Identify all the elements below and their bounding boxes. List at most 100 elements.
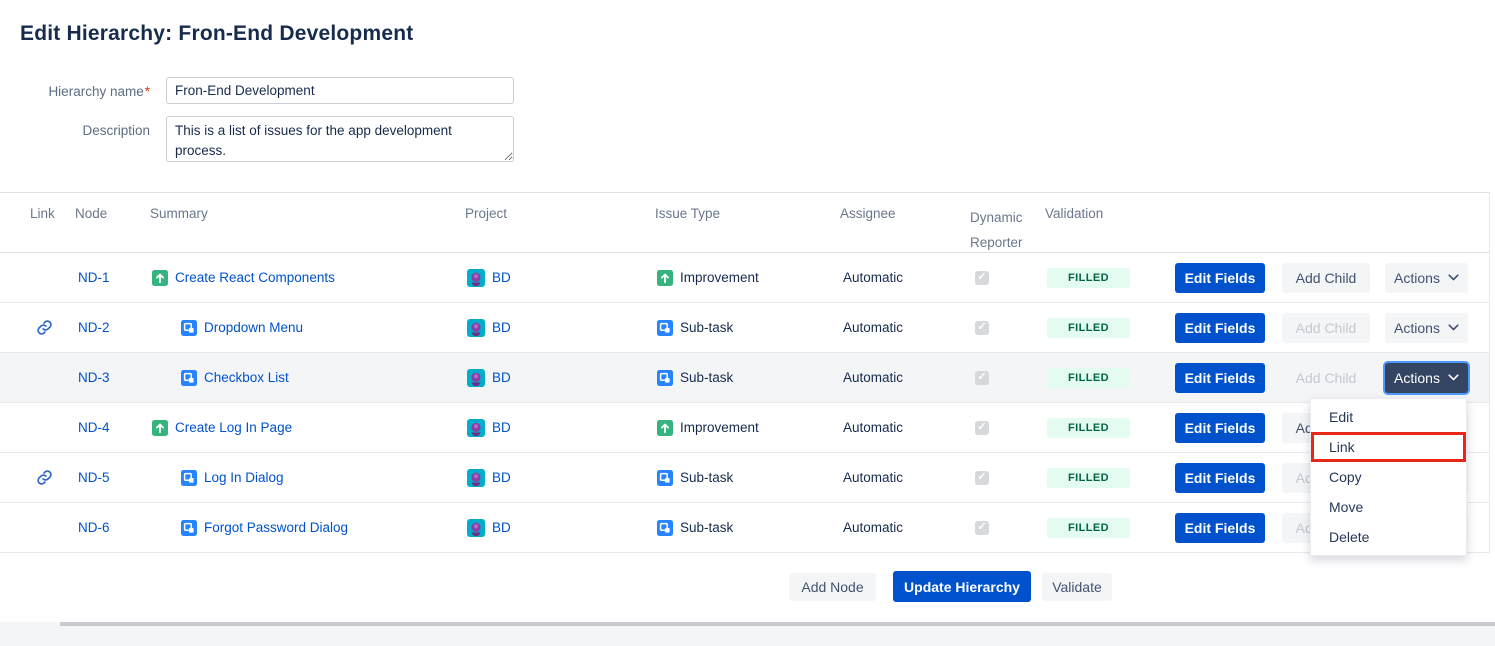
project-name[interactable]: BD: [492, 320, 511, 335]
col-header-link: Link: [30, 206, 75, 221]
summary-subtask-icon: [181, 470, 197, 486]
project-avatar-icon: [467, 269, 485, 287]
checkmark-icon: ✓: [977, 372, 986, 383]
project-avatar-icon: [467, 419, 485, 437]
col-header-validation: Validation: [1045, 206, 1175, 221]
assignee-value: Automatic: [840, 270, 970, 285]
menu-item-copy[interactable]: Copy: [1311, 462, 1466, 492]
validation-badge: FILLED: [1047, 268, 1130, 288]
dynamic-reporter-checkbox[interactable]: ✓: [975, 321, 989, 335]
issue-type-subtask-icon: [657, 370, 673, 386]
checkmark-icon: ✓: [977, 422, 986, 433]
validation-badge: FILLED: [1047, 318, 1130, 338]
actions-button-label: Actions: [1394, 320, 1440, 336]
assignee-value: Automatic: [840, 370, 970, 385]
dynamic-reporter-checkbox[interactable]: ✓: [975, 471, 989, 485]
actions-menu: EditLinkCopyMoveDelete: [1310, 398, 1467, 556]
actions-button[interactable]: Actions: [1385, 263, 1468, 293]
assignee-value: Automatic: [840, 420, 970, 435]
validation-badge: FILLED: [1047, 418, 1130, 438]
project-name[interactable]: BD: [492, 370, 511, 385]
project-name[interactable]: BD: [492, 470, 511, 485]
add-child-button[interactable]: Add Child: [1282, 263, 1370, 293]
add-child-button[interactable]: Add Child: [1282, 363, 1370, 393]
issue-type-improvement-icon: [657, 420, 673, 436]
assignee-value: Automatic: [840, 520, 970, 535]
summary-cell: Forgot Password Dialog: [150, 520, 465, 536]
actions-button[interactable]: Actions: [1385, 363, 1468, 393]
summary-link[interactable]: Log In Dialog: [204, 470, 284, 485]
project-name[interactable]: BD: [492, 420, 511, 435]
assignee-value: Automatic: [840, 470, 970, 485]
summary-cell: Checkbox List: [150, 370, 465, 386]
edit-fields-button[interactable]: Edit Fields: [1175, 313, 1265, 343]
summary-subtask-icon: [181, 520, 197, 536]
required-marker: *: [145, 84, 150, 99]
edit-fields-button[interactable]: Edit Fields: [1175, 463, 1265, 493]
project-name[interactable]: BD: [492, 520, 511, 535]
validation-badge: FILLED: [1047, 468, 1130, 488]
issue-type-label: Sub-task: [680, 370, 733, 385]
description-textarea[interactable]: This is a list of issues for the app dev…: [166, 116, 514, 162]
add-child-button[interactable]: Add Child: [1282, 313, 1370, 343]
edit-fields-button[interactable]: Edit Fields: [1175, 263, 1265, 293]
col-header-summary: Summary: [150, 206, 465, 221]
node-link[interactable]: ND-2: [78, 320, 110, 335]
table-row: ND-4 Create Log In Page BD Improvement: [0, 403, 1489, 453]
node-link[interactable]: ND-6: [78, 520, 110, 535]
edit-fields-button[interactable]: Edit Fields: [1175, 513, 1265, 543]
summary-subtask-icon: [181, 320, 197, 336]
issue-type-subtask-icon: [657, 520, 673, 536]
issue-type-label: Sub-task: [680, 320, 733, 335]
horizontal-scrollbar[interactable]: [60, 622, 1495, 626]
dynamic-reporter-checkbox[interactable]: ✓: [975, 371, 989, 385]
summary-cell: Log In Dialog: [150, 470, 465, 486]
summary-link[interactable]: Create Log In Page: [175, 420, 292, 435]
summary-improvement-icon: [152, 420, 168, 436]
col-header-project: Project: [465, 206, 655, 221]
menu-item-move[interactable]: Move: [1311, 492, 1466, 522]
menu-item-delete[interactable]: Delete: [1311, 522, 1466, 552]
update-hierarchy-button[interactable]: Update Hierarchy: [893, 571, 1031, 602]
description-label: Description: [0, 123, 150, 138]
summary-cell: Create Log In Page: [150, 420, 465, 436]
checkmark-icon: ✓: [977, 472, 986, 483]
col-header-issue-type: Issue Type: [655, 206, 840, 221]
col-header-dynamic-reporter: Dynamic Reporter: [970, 206, 1034, 256]
summary-cell: Dropdown Menu: [150, 320, 465, 336]
hierarchy-name-label: Hierarchy name*: [0, 84, 150, 99]
validate-button[interactable]: Validate: [1042, 573, 1112, 601]
add-node-button[interactable]: Add Node: [789, 573, 876, 601]
node-link[interactable]: ND-3: [78, 370, 110, 385]
validation-badge: FILLED: [1047, 368, 1130, 388]
node-link[interactable]: ND-5: [78, 470, 110, 485]
hierarchy-table: Link Node Summary Project Issue Type Ass…: [0, 192, 1490, 553]
dynamic-reporter-checkbox[interactable]: ✓: [975, 421, 989, 435]
menu-item-edit[interactable]: Edit: [1311, 402, 1466, 432]
menu-item-link[interactable]: Link: [1311, 432, 1466, 462]
actions-button-label: Actions: [1394, 270, 1440, 286]
hierarchy-name-input[interactable]: [166, 77, 514, 104]
summary-link[interactable]: Dropdown Menu: [204, 320, 303, 335]
page-title: Edit Hierarchy: Fron-End Development: [20, 22, 413, 46]
link-icon: [36, 319, 53, 336]
table-body: ND-1 Create React Components BD Improvem…: [0, 253, 1489, 553]
summary-link[interactable]: Create React Components: [175, 270, 335, 285]
edit-fields-button[interactable]: Edit Fields: [1175, 413, 1265, 443]
dynamic-reporter-checkbox[interactable]: ✓: [975, 521, 989, 535]
dynamic-reporter-checkbox[interactable]: ✓: [975, 271, 989, 285]
summary-link[interactable]: Forgot Password Dialog: [204, 520, 348, 535]
project-avatar-icon: [467, 369, 485, 387]
actions-button[interactable]: Actions: [1385, 313, 1468, 343]
table-row: ND-3 Checkbox List BD Sub-task Au: [0, 353, 1489, 403]
edit-fields-button[interactable]: Edit Fields: [1175, 363, 1265, 393]
table-header-row: Link Node Summary Project Issue Type Ass…: [0, 193, 1489, 253]
validation-badge: FILLED: [1047, 518, 1130, 538]
project-name[interactable]: BD: [492, 270, 511, 285]
summary-link[interactable]: Checkbox List: [204, 370, 289, 385]
node-link[interactable]: ND-1: [78, 270, 110, 285]
assignee-value: Automatic: [840, 320, 970, 335]
node-link[interactable]: ND-4: [78, 420, 110, 435]
col-header-assignee: Assignee: [840, 206, 970, 221]
issue-type-label: Improvement: [680, 420, 759, 435]
